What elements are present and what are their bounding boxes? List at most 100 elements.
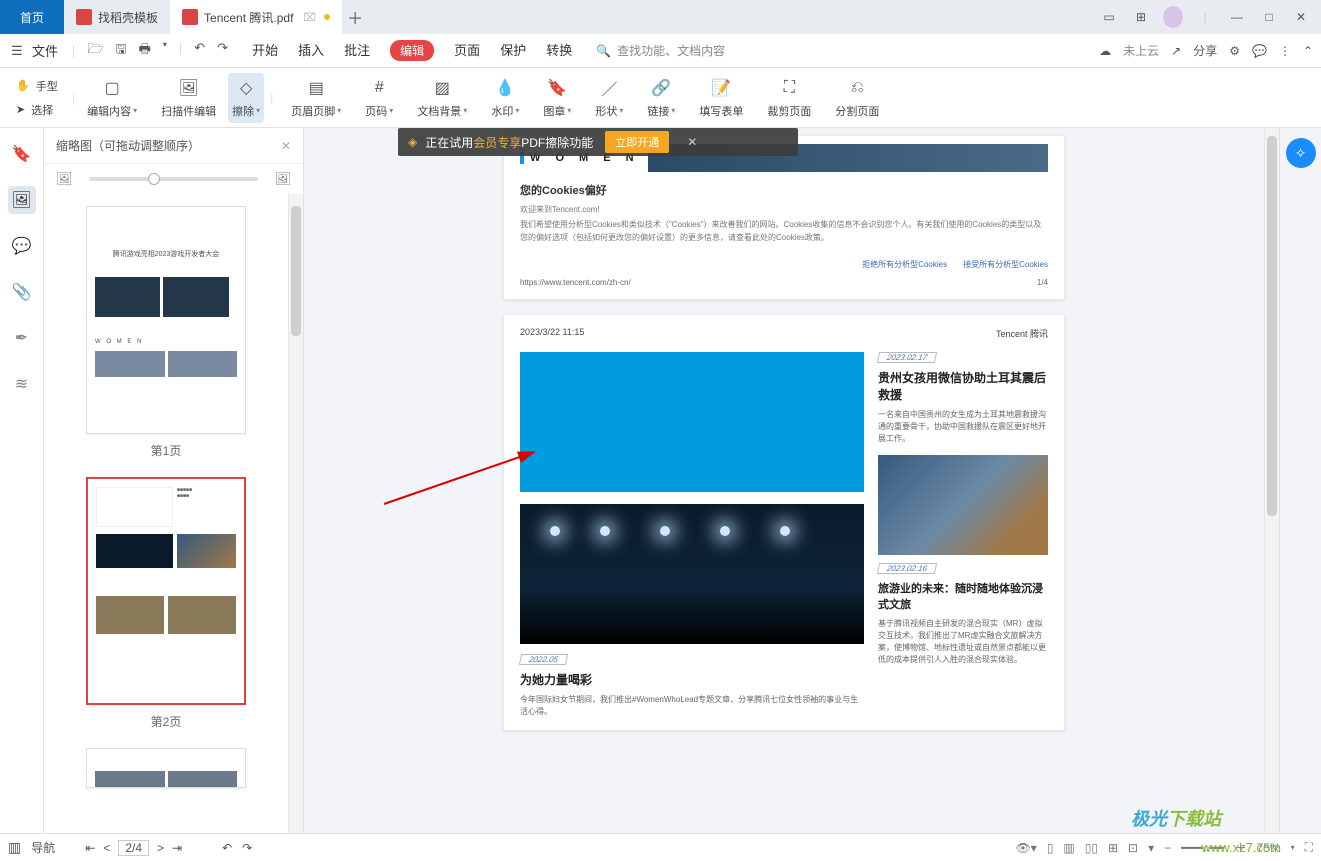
tab-convert[interactable]: 转换	[546, 40, 572, 61]
tab-modified-dot	[324, 14, 330, 20]
layers-panel-icon[interactable]: ≋	[8, 370, 36, 398]
tool-fill-form[interactable]: 📝填写表单	[687, 77, 755, 119]
tab-edit[interactable]: 编辑	[390, 40, 434, 61]
minimize-button[interactable]: —	[1227, 10, 1247, 24]
tab-template[interactable]: 找稻壳模板	[64, 0, 170, 34]
tab-home[interactable]: 首页	[0, 0, 64, 34]
settings-icon[interactable]: ⚙	[1229, 44, 1240, 58]
page-indicator[interactable]: 2/4	[118, 840, 149, 856]
open-icon[interactable]: 🗁	[87, 40, 103, 62]
thumbnail-page-1[interactable]: 腾讯游戏亮相2023游戏开发者大会 W O M E N 第1页	[64, 206, 268, 459]
single-page-icon[interactable]: ▯	[1047, 841, 1054, 855]
thumbnail-page-3[interactable]	[64, 748, 268, 788]
zoom-out-icon[interactable]: −	[1164, 841, 1171, 855]
two-page-icon[interactable]: ▯▯	[1085, 841, 1098, 855]
tool-stamp[interactable]: 🔖图章▾	[531, 77, 583, 119]
tool-split[interactable]: ⎌分割页面	[823, 77, 891, 119]
thumbnail-page-2[interactable]: ■■■■■■■■■ 第2页	[64, 477, 268, 730]
layout-icon[interactable]: ▭	[1099, 10, 1119, 24]
feedback-icon[interactable]: 💬	[1252, 44, 1267, 58]
tool-watermark[interactable]: 💧水印▾	[479, 77, 531, 119]
menu-icon[interactable]: ☰	[8, 43, 26, 59]
tab-start[interactable]: 开始	[252, 40, 278, 61]
attachment-panel-icon[interactable]: 📎	[8, 278, 36, 306]
pdf-page-2[interactable]: 2023/3/22 11:15 Tencent 腾讯 2022.05 为她力量喝…	[504, 315, 1064, 730]
print-icon[interactable]: 🖶	[139, 40, 151, 62]
select-tool[interactable]: ➤选择	[8, 102, 72, 118]
undo-icon[interactable]: ↶	[194, 40, 205, 62]
cookies-reject-link[interactable]: 拒绝所有分析型Cookies	[862, 259, 947, 270]
last-page-icon[interactable]: ⇥	[172, 841, 182, 855]
continuous-icon[interactable]: ▥	[1063, 841, 1074, 855]
tab-annotate[interactable]: 批注	[344, 40, 370, 61]
eye-icon[interactable]: 👁▾	[1016, 841, 1037, 855]
tab-cast-icon[interactable]: ⌧	[303, 11, 316, 24]
thumbnail-tools: 🖼 🖼	[44, 164, 303, 194]
status-bar: ▥ 导航 ⇤ < 2/4 > ⇥ ↶ ↷ 👁▾ ▯ ▥ ▯▯ ⊞ ⊡ ▾ − ━…	[0, 833, 1321, 861]
print-dd-icon[interactable]: ▾	[163, 40, 167, 62]
tool-shape[interactable]: ／形状▾	[583, 77, 635, 119]
tool-page-number[interactable]: #页码▾	[353, 77, 405, 119]
fullscreen-icon[interactable]: ⛶	[1305, 840, 1313, 855]
canvas-scrollbar[interactable]	[1264, 128, 1279, 833]
layout-dd-icon[interactable]: ▾	[1148, 841, 1154, 855]
bookmark-panel-icon[interactable]: 🔖	[8, 140, 36, 168]
new-tab-button[interactable]: ＋	[342, 5, 368, 29]
article-title-2: 为她力量喝彩	[520, 671, 864, 688]
thumb-preview-icon[interactable]: 🖼	[56, 171, 73, 187]
view-mode-4-icon[interactable]: ⊞	[1108, 841, 1118, 855]
tool-crop[interactable]: ⛶裁剪页面	[755, 77, 823, 119]
tool-link[interactable]: 🔗链接▾	[635, 77, 687, 119]
redo-icon[interactable]: ↷	[217, 40, 228, 62]
tool-edit-content[interactable]: ▢编辑内容▾	[75, 77, 149, 119]
thumb-grid-icon[interactable]: 🖼	[274, 171, 291, 187]
first-page-icon[interactable]: ⇤	[85, 841, 95, 855]
assist-button[interactable]: ✧	[1286, 138, 1316, 168]
thumb-scrollbar[interactable]	[288, 194, 303, 833]
thumbnail-title: 缩略图（可拖动调整顺序）	[56, 137, 200, 154]
more-icon[interactable]: ⋮	[1279, 44, 1291, 58]
close-panel-icon[interactable]: ✕	[281, 139, 291, 153]
tab-insert[interactable]: 插入	[298, 40, 324, 61]
prev-page-icon[interactable]: <	[103, 841, 110, 855]
rotate-right-icon[interactable]: ↷	[242, 841, 252, 855]
nav-label[interactable]: 导航	[31, 839, 55, 856]
app-icon	[76, 9, 92, 25]
file-menu[interactable]: 文件	[32, 41, 58, 60]
fit-width-icon[interactable]: ⊡	[1128, 841, 1138, 855]
cloud-icon[interactable]: ☁	[1099, 44, 1111, 58]
pdf-page-1[interactable]: W O M E N 您的Cookies偏好 欢迎来到Tencent.com! 我…	[504, 136, 1064, 299]
avatar[interactable]	[1163, 6, 1183, 28]
page-brand: Tencent 腾讯	[996, 327, 1048, 340]
share-icon[interactable]: ↗	[1171, 44, 1181, 58]
grid-icon[interactable]: ⊞	[1131, 10, 1151, 24]
banner-close-icon[interactable]: ✕	[679, 135, 705, 149]
search-box[interactable]: 🔍 查找功能、文档内容	[596, 42, 725, 59]
tab-page[interactable]: 页面	[454, 40, 480, 61]
thumbnail-list[interactable]: 腾讯游戏亮相2023游戏开发者大会 W O M E N 第1页 ■■■■■■■■…	[44, 194, 288, 833]
tab-active-doc[interactable]: Tencent 腾讯.pdf ⌧	[170, 0, 342, 34]
hand-tool[interactable]: ✋手型	[8, 78, 72, 94]
rotate-left-icon[interactable]: ↶	[222, 841, 232, 855]
cookies-accept-link[interactable]: 接受所有分析型Cookies	[963, 259, 1048, 270]
thumbnail-panel-icon[interactable]: 🖼	[8, 186, 36, 214]
tool-header-footer[interactable]: ▤页眉页脚▾	[279, 77, 353, 119]
cloud-status[interactable]: 未上云	[1123, 42, 1159, 59]
upgrade-button[interactable]: 立即开通	[605, 131, 669, 153]
nav-icon[interactable]: ▥	[8, 839, 21, 856]
next-page-icon[interactable]: >	[157, 841, 164, 855]
maximize-button[interactable]: □	[1259, 10, 1279, 24]
close-window-button[interactable]: ✕	[1291, 10, 1311, 24]
canvas[interactable]: ◈ 正在试用会员专享PDF擦除功能 立即开通 ✕ W O M E N 您的Coo…	[304, 128, 1264, 833]
collapse-ribbon-icon[interactable]: ⌃	[1303, 44, 1313, 58]
signature-panel-icon[interactable]: ✒	[8, 324, 36, 352]
tab-protect[interactable]: 保护	[500, 40, 526, 61]
tool-scan-edit[interactable]: 🖼扫描件编辑	[149, 77, 228, 119]
tool-background[interactable]: ▨文档背景▾	[405, 77, 479, 119]
comment-panel-icon[interactable]: 💬	[8, 232, 36, 260]
thumb-size-slider[interactable]	[89, 177, 259, 181]
save-icon[interactable]: 🖫	[116, 40, 127, 62]
share-label[interactable]: 分享	[1193, 42, 1217, 59]
date-tag-3: 2023.02.16	[877, 563, 937, 574]
tool-erase[interactable]: ◇擦除▾	[228, 73, 264, 123]
